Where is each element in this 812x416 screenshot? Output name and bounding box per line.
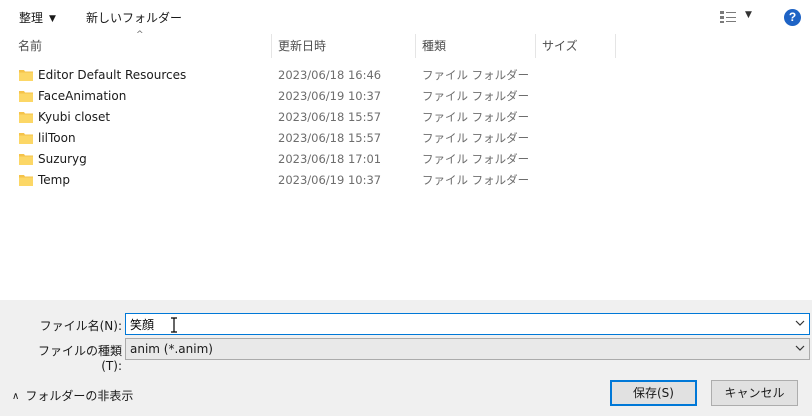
list-item[interactable]: Suzuryg 2023/06/18 17:01 ファイル フォルダー: [0, 149, 812, 170]
column-header: 名前 更新日時 種類 サイズ: [0, 34, 812, 58]
file-name: Kyubi closet: [38, 110, 111, 124]
file-type: ファイル フォルダー: [422, 131, 530, 145]
list-item[interactable]: Temp 2023/06/19 10:37 ファイル フォルダー: [0, 170, 812, 191]
file-name: FaceAnimation: [38, 89, 127, 103]
details-view-icon[interactable]: [719, 10, 739, 24]
folder-icon: [19, 133, 33, 144]
filename-field[interactable]: [125, 313, 810, 335]
sort-ascending-icon: ^: [136, 30, 144, 40]
file-date: 2023/06/18 15:57: [278, 110, 382, 124]
organize-label: 整理: [19, 11, 44, 25]
file-type: ファイル フォルダー: [422, 68, 530, 82]
file-type: ファイル フォルダー: [422, 152, 530, 166]
filetype-select[interactable]: anim (*.anim): [125, 338, 810, 360]
chevron-up-icon: ∧: [12, 391, 20, 402]
file-date: 2023/06/19 10:37: [278, 173, 382, 187]
folder-icon: [19, 154, 33, 165]
organize-button[interactable]: 整理 ▼: [19, 9, 56, 27]
folder-icon: [19, 91, 33, 102]
new-folder-button[interactable]: 新しいフォルダー: [86, 9, 182, 27]
folder-icon: [19, 175, 33, 186]
file-name: Temp: [38, 173, 70, 187]
file-list: Editor Default Resources 2023/06/18 16:4…: [0, 65, 812, 191]
folder-icon: [19, 112, 33, 123]
list-item[interactable]: FaceAnimation 2023/06/19 10:37 ファイル フォルダ…: [0, 86, 812, 107]
filetype-label: ファイルの種類(T):: [37, 344, 122, 373]
view-chevron-down-icon[interactable]: ▼: [745, 10, 752, 20]
hide-folders-toggle[interactable]: ∧ フォルダーの非表示: [12, 388, 133, 406]
file-type: ファイル フォルダー: [422, 89, 530, 103]
file-type: ファイル フォルダー: [422, 110, 530, 124]
file-name: Suzuryg: [38, 152, 87, 166]
file-name: Editor Default Resources: [38, 68, 187, 82]
column-date[interactable]: 更新日時: [272, 34, 416, 58]
file-type: ファイル フォルダー: [422, 173, 530, 187]
column-size[interactable]: サイズ: [536, 34, 616, 58]
text-cursor-icon: [171, 317, 177, 333]
toolbar: 整理 ▼ 新しいフォルダー ▼ ?: [0, 0, 812, 34]
chevron-down-icon: [795, 345, 805, 351]
filetype-value: anim (*.anim): [130, 342, 213, 356]
file-name: lilToon: [38, 131, 76, 145]
help-icon[interactable]: ?: [784, 9, 801, 26]
list-item[interactable]: Editor Default Resources 2023/06/18 16:4…: [0, 65, 812, 86]
file-date: 2023/06/18 16:46: [278, 68, 382, 82]
folder-icon: [19, 70, 33, 81]
cancel-button[interactable]: キャンセル: [711, 380, 798, 406]
list-item[interactable]: lilToon 2023/06/18 15:57 ファイル フォルダー: [0, 128, 812, 149]
filename-input[interactable]: [126, 314, 776, 334]
hide-folders-label: フォルダーの非表示: [25, 389, 134, 403]
chevron-down-icon[interactable]: [795, 318, 805, 328]
filename-label: ファイル名(N):: [39, 319, 122, 333]
list-item[interactable]: Kyubi closet 2023/06/18 15:57 ファイル フォルダー: [0, 107, 812, 128]
column-type[interactable]: 種類: [416, 34, 536, 58]
file-date: 2023/06/19 10:37: [278, 89, 382, 103]
save-button[interactable]: 保存(S): [610, 380, 697, 406]
file-date: 2023/06/18 17:01: [278, 152, 382, 166]
file-date: 2023/06/18 15:57: [278, 131, 382, 145]
chevron-down-icon: ▼: [49, 14, 56, 24]
